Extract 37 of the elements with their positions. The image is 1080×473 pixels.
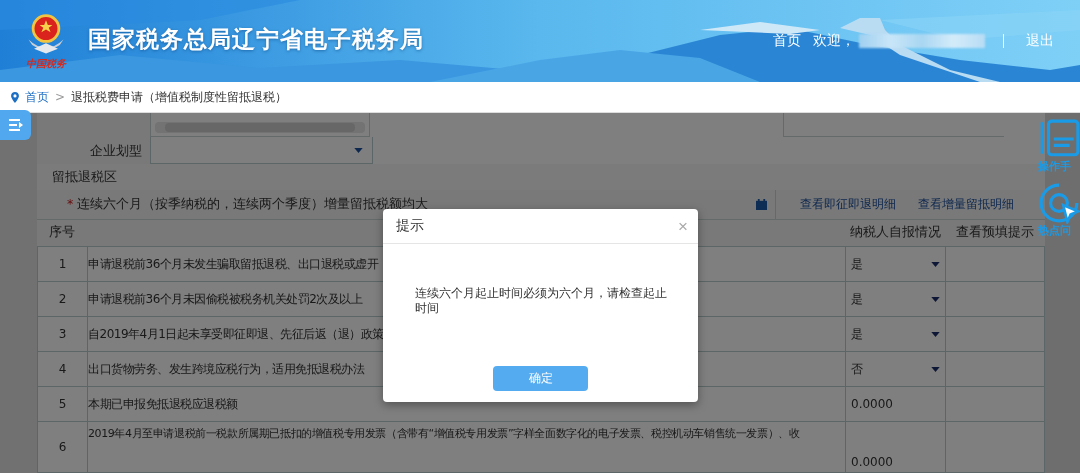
answer-select[interactable]: 是	[846, 325, 945, 343]
row-number: 1	[58, 257, 67, 271]
dialog-message: 连续六个月起止时间必须为六个月，请检查起止时间	[415, 286, 668, 316]
table-cell: 自2019年4月1日起未享受即征即退、先征后返（退）政策	[88, 325, 384, 343]
required-note: * 连续六个月（按季纳税的，连续两个季度）增量留抵税额均大	[66, 196, 430, 214]
row-number: 6	[58, 440, 67, 454]
detail-link[interactable]: 查看增量留抵明细	[918, 196, 1014, 214]
home-link[interactable]: 首页	[773, 32, 801, 50]
column-header: 纳税人自报情况	[849, 224, 941, 240]
detail-link[interactable]: 查看即征即退明细	[800, 196, 896, 214]
table-cell: 申请退税前36个月未因偷税被税务机关处罚2次及以上	[88, 290, 363, 308]
close-button[interactable]: ×	[678, 217, 688, 235]
answer-select[interactable]: 是	[846, 255, 945, 273]
answer-select[interactable]: 是	[846, 290, 945, 308]
row-number: 5	[58, 397, 67, 411]
dialog-title: 提示	[396, 217, 424, 235]
confirm-button[interactable]: 确定	[493, 366, 588, 391]
breadcrumb-home-link[interactable]: 首页	[25, 88, 49, 106]
table-cell: 申请退税前36个月未发生骗取留抵退税、出口退税或虚开	[88, 255, 379, 273]
section-title: 留抵退税区	[52, 168, 117, 187]
field-label: 企业划型	[37, 137, 150, 165]
table-cell: 出口货物劳务、发生跨境应税行为，适用免抵退税办法	[88, 360, 364, 378]
amount-cell-text: 0.0000	[850, 397, 893, 411]
table-cell: 本期已申报免抵退税应退税额	[88, 395, 238, 413]
breadcrumb-current: 退抵税费申请（增值税制度性留抵退税）	[71, 88, 288, 106]
logo-caption: 中国税务	[26, 58, 66, 70]
table-cell: 2019年4月至申请退税前一税款所属期已抵扣的增值税专用发票（含带有“增值税专用发票”字样全面数字化的电子发票、税控机动车销售统一发票）、收	[88, 426, 800, 441]
row-number: 2	[58, 292, 67, 306]
welcome-text: 欢迎，	[813, 32, 855, 50]
column-header: 序号	[49, 224, 75, 240]
breadcrumb-separator: >	[55, 90, 66, 104]
site-title: 国家税务总局辽宁省电子税务局	[88, 24, 424, 54]
row-number: 4	[58, 362, 67, 376]
amount-cell-text: 0.0000	[850, 455, 893, 469]
answer-select[interactable]: 否	[846, 360, 945, 378]
column-header: 查看预填提示	[956, 224, 1034, 240]
row-number: 3	[58, 327, 67, 341]
